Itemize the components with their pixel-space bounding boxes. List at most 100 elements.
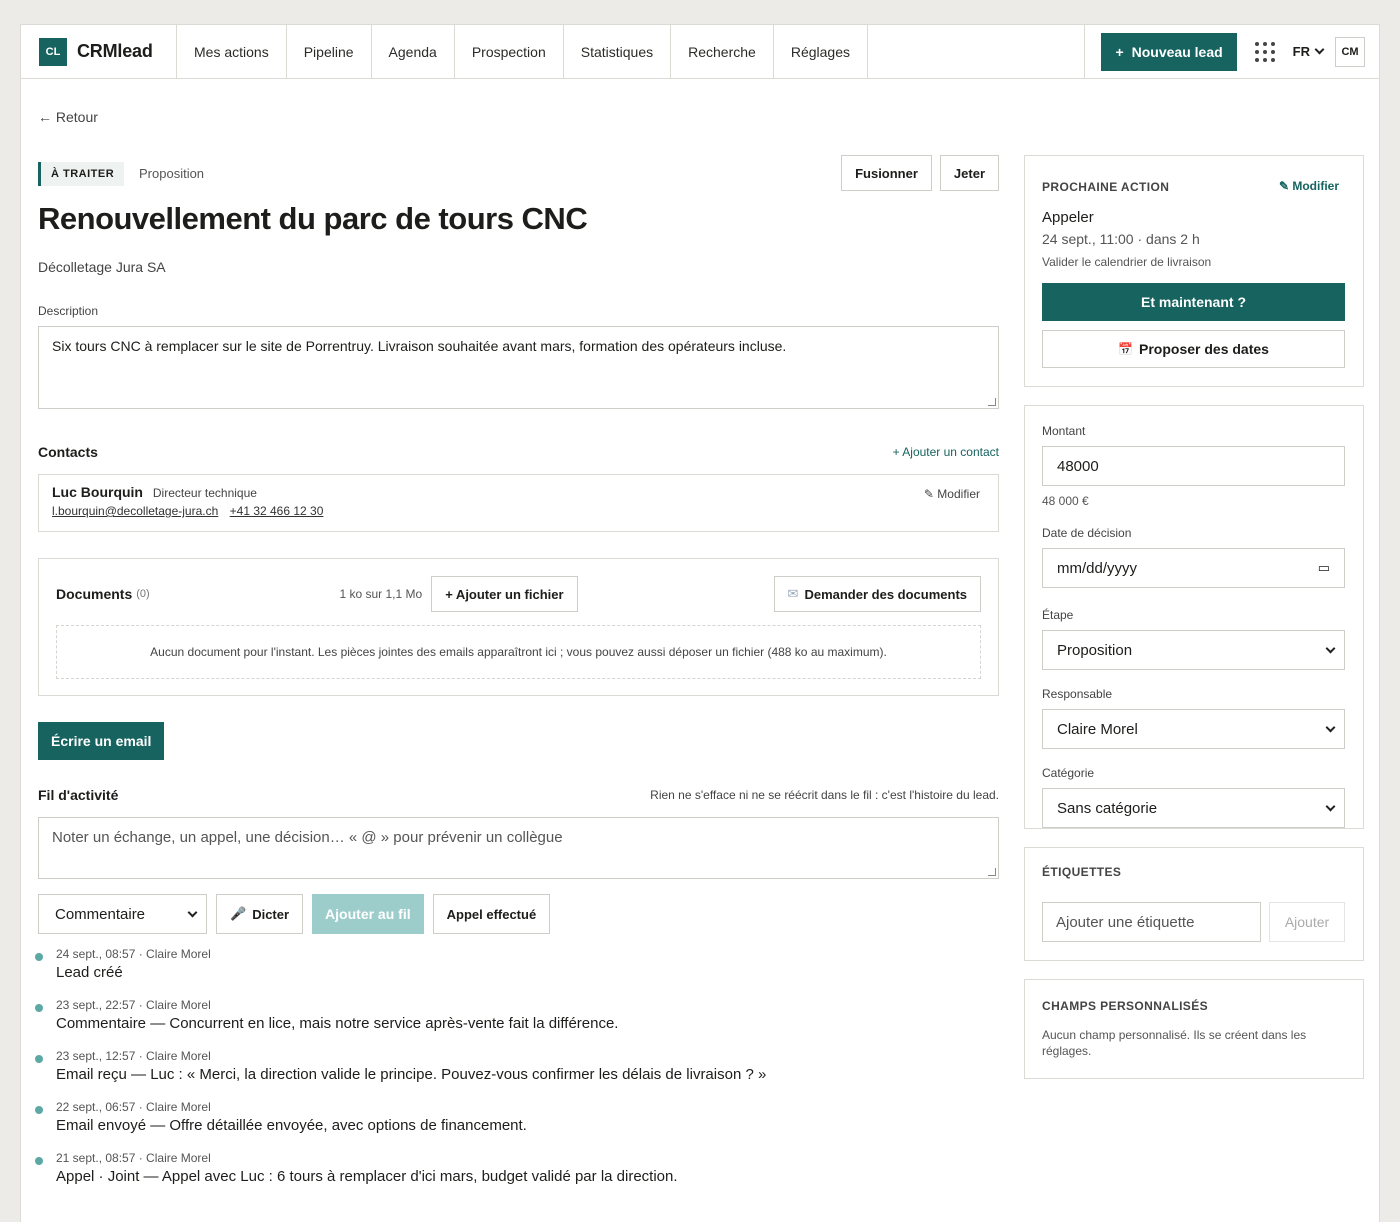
stage-select[interactable]: Proposition: [1042, 630, 1345, 670]
envelope-icon: ✉: [787, 586, 799, 601]
feed-header: Fil d'activité Rien ne s'efface ni ne se…: [38, 787, 999, 803]
timeline-text: — Appel avec Luc : 6 tours à remplacer d…: [139, 1168, 678, 1185]
discard-button[interactable]: Jeter: [939, 155, 999, 191]
documents-title: Documents: [56, 586, 133, 602]
timeline-text: — Concurrent en lice, mais notre service…: [146, 1015, 619, 1032]
request-documents-label: Demander des documents: [804, 586, 967, 602]
nav-agenda[interactable]: Agenda: [372, 25, 455, 78]
nav-pipeline[interactable]: Pipeline: [287, 25, 372, 78]
timeline-dot-icon: [35, 1106, 43, 1114]
decision-date-label: Date de décision: [1042, 526, 1132, 540]
amount-label: Montant: [1042, 424, 1086, 438]
custom-fields-card: CHAMPS PERSONNALISÉS Aucun champ personn…: [1024, 979, 1364, 1079]
add-contact-link[interactable]: + Ajouter un contact: [893, 445, 999, 459]
language-selector[interactable]: FR: [1292, 44, 1325, 59]
nav-prospection[interactable]: Prospection: [455, 25, 564, 78]
calendar-icon[interactable]: ▭: [1318, 560, 1330, 576]
activity-note-input[interactable]: Noter un échange, un appel, une décision…: [38, 817, 999, 879]
timeline-dot-icon: [35, 1055, 43, 1063]
feed-controls: Commentaire 🎤 Dicter Ajouter au fil Appe…: [38, 894, 999, 934]
contacts-header: Contacts + Ajouter un contact: [38, 444, 999, 460]
status-badge: À TRAITER: [38, 162, 125, 186]
decision-date-input[interactable]: mm/dd/yyyy ▭: [1042, 548, 1345, 588]
lead-main: À TRAITER Proposition Fusionner Jeter Re…: [35, 155, 999, 1202]
category-value: Sans catégorie: [1057, 799, 1158, 817]
main-nav: Mes actions Pipeline Agenda Prospection …: [177, 25, 868, 78]
what-now-button[interactable]: Et maintenant ?: [1042, 283, 1345, 321]
activity-type-select[interactable]: Commentaire: [38, 894, 207, 934]
status-row: À TRAITER Proposition Fusionner Jeter: [38, 155, 999, 193]
header-actions: + Nouveau lead FR CM: [1084, 25, 1379, 78]
lead-sidebar: PROCHAINE ACTION ✎ Modifier Appeler 24 s…: [1024, 155, 1364, 1079]
timeline-kind: Email reçu: [56, 1066, 127, 1083]
timeline-text: — Luc : « Merci, la direction valide le …: [126, 1066, 767, 1083]
top-header: CL CRMlead Mes actions Pipeline Agenda P…: [21, 25, 1379, 79]
tag-input[interactable]: Ajouter une étiquette: [1042, 902, 1261, 942]
custom-fields-title: CHAMPS PERSONNALISÉS: [1042, 999, 1209, 1013]
dictate-button[interactable]: 🎤 Dicter: [216, 894, 304, 934]
add-to-feed-button[interactable]: Ajouter au fil: [312, 894, 424, 934]
stage-label: Proposition: [139, 166, 205, 181]
language-label: FR: [1292, 44, 1310, 59]
timeline-kind: Lead créé: [56, 964, 123, 981]
resize-handle-icon[interactable]: [988, 868, 996, 876]
stage-value: Proposition: [1057, 641, 1133, 659]
feed-title: Fil d'activité: [38, 787, 119, 803]
description-field[interactable]: Six tours CNC à remplacer sur le site de…: [38, 326, 999, 409]
propose-dates-button[interactable]: 📅 Proposer des dates: [1042, 330, 1345, 368]
amount-hint: 48 000 €: [1042, 494, 1089, 508]
back-link[interactable]: ← Retour: [38, 109, 98, 125]
brand[interactable]: CL CRMlead: [21, 25, 177, 78]
merge-button[interactable]: Fusionner: [841, 155, 932, 191]
contacts-title: Contacts: [38, 444, 98, 460]
chevron-down-icon: [1314, 44, 1325, 55]
timeline-meta: 21 sept., 08:57 · Claire Morel: [56, 1151, 211, 1165]
documents-dropzone[interactable]: Aucun document pour l'instant. Les pièce…: [56, 625, 981, 679]
company-name[interactable]: Décolletage Jura SA: [38, 259, 999, 275]
avatar[interactable]: CM: [1335, 36, 1365, 67]
add-tag-button[interactable]: Ajouter: [1269, 902, 1345, 942]
category-select[interactable]: Sans catégorie: [1042, 788, 1345, 828]
page-title: Renouvellement du parc de tours CNC: [38, 201, 588, 236]
custom-fields-text: Aucun champ personnalisé. Ils se créent …: [1042, 1028, 1307, 1058]
write-email-button[interactable]: Écrire un email: [38, 722, 165, 760]
lead-fields-card: Montant 48000 48 000 € Date de décision …: [1024, 405, 1364, 829]
next-action-date: 24 sept., 11:00 · dans 2 h: [1042, 231, 1200, 247]
description-text: Six tours CNC à remplacer sur le site de…: [52, 338, 787, 354]
call-done-button[interactable]: Appel effectué: [432, 894, 551, 934]
request-documents-button[interactable]: ✉ Demander des documents: [773, 576, 981, 612]
apps-grid-icon[interactable]: [1254, 41, 1275, 62]
edit-contact-button[interactable]: ✎ Modifier: [924, 487, 980, 501]
contact-phone-link[interactable]: +41 32 466 12 30: [230, 504, 324, 518]
contact-email-link[interactable]: l.bourquin@decolletage-jura.ch: [52, 504, 218, 518]
tag-input-placeholder: Ajouter une étiquette: [1056, 913, 1195, 931]
chevron-down-icon: [187, 907, 198, 917]
timeline-item: 23 sept., 12:57 · Claire Morel Email reç…: [35, 1049, 999, 1100]
amount-input[interactable]: 48000: [1042, 446, 1345, 486]
new-lead-button[interactable]: + Nouveau lead: [1101, 32, 1237, 71]
timeline-kind: Email envoyé: [56, 1117, 147, 1134]
activity-note-placeholder: Noter un échange, un appel, une décision…: [52, 829, 563, 846]
lead-actions: Fusionner Jeter: [841, 155, 999, 191]
stage-field-label: Étape: [1042, 608, 1074, 622]
next-action-card: PROCHAINE ACTION ✎ Modifier Appeler 24 s…: [1024, 155, 1364, 387]
chevron-down-icon: [1325, 643, 1336, 653]
plus-icon: +: [1115, 43, 1124, 60]
next-action-type: Appeler: [1042, 209, 1094, 226]
app-frame: CL CRMlead Mes actions Pipeline Agenda P…: [20, 24, 1380, 1222]
next-action-note: Valider le calendrier de livraison: [1042, 255, 1212, 269]
owner-select[interactable]: Claire Morel: [1042, 709, 1345, 749]
activity-type-value: Commentaire: [55, 905, 146, 923]
propose-dates-label: Proposer des dates: [1139, 341, 1269, 357]
nav-mes-actions[interactable]: Mes actions: [177, 25, 287, 78]
add-file-button[interactable]: + Ajouter un fichier: [431, 576, 578, 612]
resize-handle-icon[interactable]: [988, 398, 996, 406]
timeline-meta: 23 sept., 22:57 · Claire Morel: [56, 998, 211, 1012]
dictate-label: Dicter: [252, 906, 290, 922]
tags-title: ÉTIQUETTES: [1042, 865, 1122, 879]
nav-reglages[interactable]: Réglages: [774, 25, 868, 78]
nav-recherche[interactable]: Recherche: [671, 25, 774, 78]
nav-statistiques[interactable]: Statistiques: [564, 25, 672, 78]
edit-next-action-button[interactable]: ✎ Modifier: [1279, 179, 1339, 193]
chevron-down-icon: [1325, 801, 1336, 811]
